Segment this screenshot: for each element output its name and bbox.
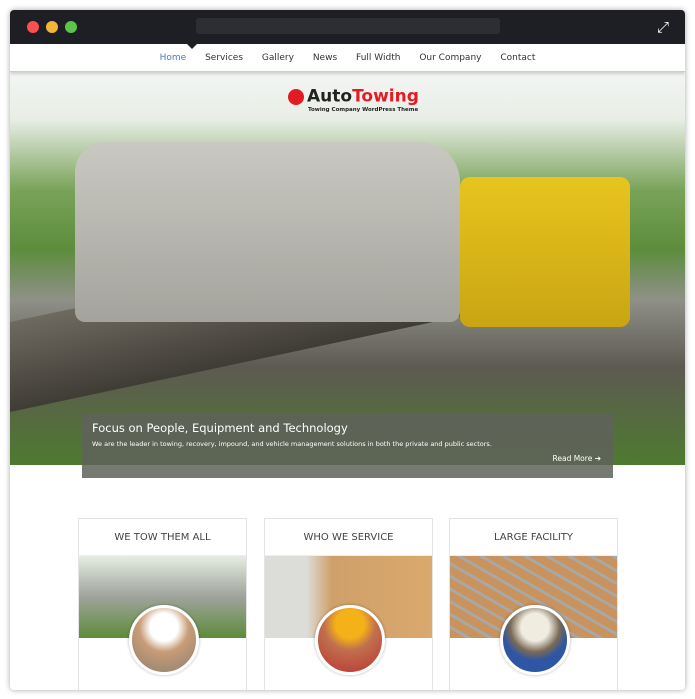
address-bar[interactable]	[196, 18, 500, 34]
card-facility[interactable]: LARGE FACILITY	[449, 518, 618, 690]
close-button[interactable]	[27, 21, 39, 33]
read-more-link[interactable]: Read More ➔	[552, 454, 601, 463]
logo-tagline: Towing Company WordPress Theme	[308, 106, 419, 113]
card-title: WHO WE SERVICE	[265, 519, 432, 556]
arrow-circle-icon: ➔	[594, 454, 601, 463]
worker-avatar	[129, 605, 199, 675]
title-bar: ⤢	[10, 10, 685, 44]
worker-avatar	[315, 605, 385, 675]
nav-contact[interactable]: Contact	[500, 44, 535, 72]
nav-home[interactable]: Home	[160, 44, 187, 72]
maximize-button[interactable]	[65, 21, 77, 33]
nav-news[interactable]: News	[313, 44, 337, 72]
hero-slider: AutoTowing Towing Company WordPress Them…	[10, 72, 685, 465]
nav-our-company[interactable]: Our Company	[419, 44, 481, 72]
logo-text-towing: Towing	[352, 86, 419, 107]
minimize-button[interactable]	[46, 21, 58, 33]
card-title: LARGE FACILITY	[450, 519, 617, 556]
card-title: WE TOW THEM ALL	[79, 519, 246, 556]
logo[interactable]: AutoTowing Towing Company WordPress Them…	[288, 86, 419, 113]
card-service[interactable]: WHO WE SERVICE	[264, 518, 433, 690]
nav-full-width[interactable]: Full Width	[356, 44, 400, 72]
tow-truck-image	[460, 177, 630, 327]
nav-services[interactable]: Services	[205, 44, 243, 72]
car-image	[75, 142, 460, 322]
card-tow[interactable]: WE TOW THEM ALL	[78, 518, 247, 690]
browser-window: ⤢ Home Services Gallery News Full Width …	[10, 10, 685, 690]
caption-title: Focus on People, Equipment and Technolog…	[92, 421, 348, 435]
active-caret-icon	[187, 44, 197, 49]
nav-gallery[interactable]: Gallery	[262, 44, 294, 72]
logo-icon	[288, 88, 304, 105]
logo-text-auto: Auto	[307, 86, 353, 107]
hero-caption: Focus on People, Equipment and Technolog…	[82, 413, 613, 478]
read-more-label: Read More	[552, 454, 593, 463]
main-nav: Home Services Gallery News Full Width Ou…	[10, 44, 685, 72]
caption-text: We are the leader in towing, recovery, i…	[92, 440, 492, 448]
expand-arrows-icon[interactable]: ⤢	[657, 18, 669, 36]
worker-avatar	[500, 605, 570, 675]
